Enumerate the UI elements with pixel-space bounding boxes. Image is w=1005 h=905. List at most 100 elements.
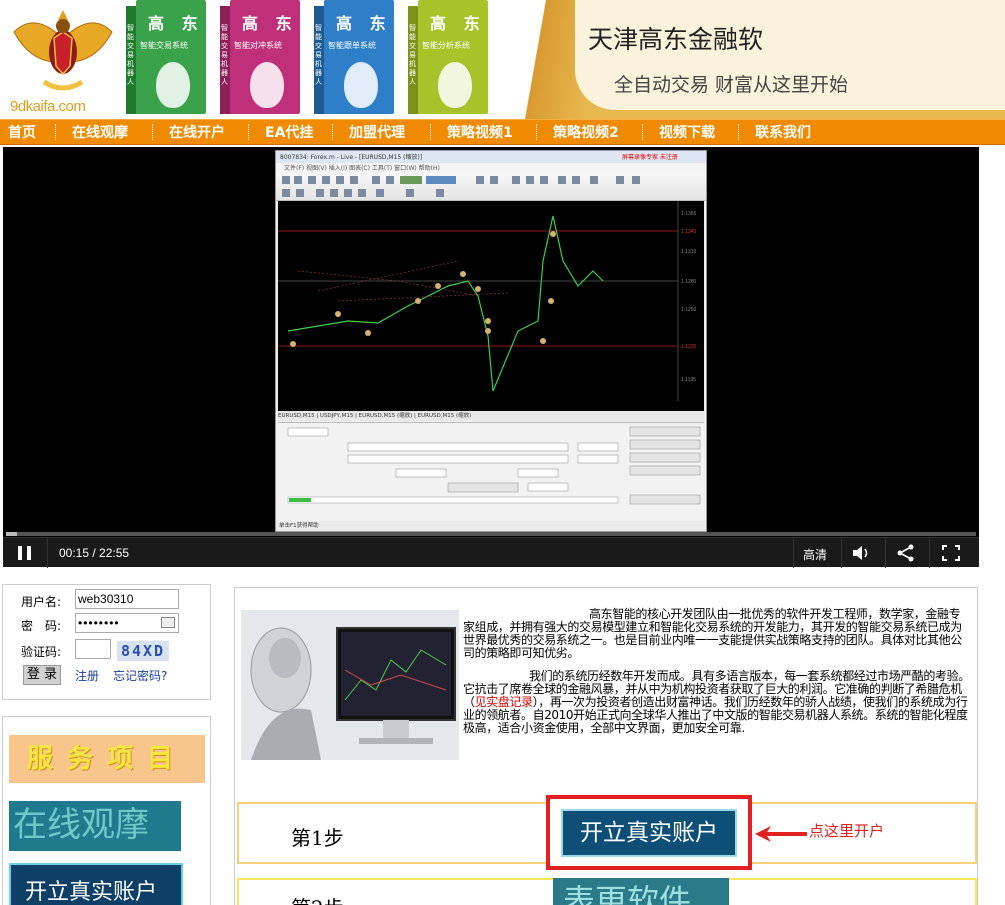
nav-item-home[interactable]: 首页: [8, 122, 36, 142]
captcha-input[interactable]: [75, 639, 111, 659]
nav-item-franchise[interactable]: 加盟代理: [349, 122, 405, 142]
intro-paragraph-2-text-b: ），再一次为投资者创造出财富神话。我们历经数年的骄人战绩，使我们的系统成为行业的…: [463, 695, 968, 735]
robot-monitor-image: [241, 610, 459, 760]
volume-icon[interactable]: [851, 544, 871, 562]
box-product-name: 智能分析系统: [422, 41, 470, 50]
frame-statusbar: 单击F1获得帮助: [276, 521, 706, 531]
box-product-name: 智能对冲系统: [234, 41, 282, 50]
intro-text: 高东智能的核心开发团队由一批优秀的软件开发工程师，数学家，金融专家组成，并拥有强…: [463, 608, 971, 745]
password-value: ••••••••: [78, 616, 120, 630]
video-player[interactable]: 8007834: Forex.m - Live - [EURUSD,M15 (缩…: [3, 147, 979, 568]
nav-item-video-download[interactable]: 视频下载: [659, 122, 715, 142]
frame-ea-panel: [278, 422, 704, 522]
nav-item-open-account[interactable]: 在线开户: [169, 122, 225, 142]
nav-separator: [738, 124, 739, 140]
box-brand: 高 东: [242, 14, 298, 33]
nav-item-strategy-video-2[interactable]: 策略视频2: [553, 122, 619, 142]
svg-text:1.1310: 1.1310: [681, 249, 697, 255]
controls-separator: [47, 538, 48, 568]
step-2-label: 第2步: [291, 892, 344, 905]
open-account-highlight: 开立真实账户: [546, 795, 752, 870]
arrow-left-icon: [755, 826, 807, 842]
click-here-note: 点这里开户: [809, 822, 885, 840]
frame-chart-tabs: EURUSD,M15 | USDJPY,M15 | EURUSD,M15 (缩放…: [278, 411, 704, 421]
main-nav: 首页 在线观摩 在线开户 EA代挂 加盟代理 策略视频1 策略视频2 视频下载 …: [0, 119, 1005, 145]
nav-separator: [430, 124, 431, 140]
svg-text:1.1340: 1.1340: [681, 229, 697, 235]
username-input[interactable]: web30310: [75, 589, 179, 609]
nav-separator: [536, 124, 537, 140]
svg-text:1.1220: 1.1220: [681, 344, 697, 350]
intro-paragraph-2: 我们的系统历经数年开发而成。具有多语言版本，每一套系统都经过市场严酷的考验。它抗…: [463, 670, 971, 735]
intro-paragraph-1: 高东智能的核心开发团队由一批优秀的软件开发工程师，数学家，金融专家组成，并拥有强…: [463, 608, 971, 660]
box-product-name: 智能交易系统: [140, 41, 188, 50]
product-box-hedging[interactable]: 智能交易机器人 高 东 智能对冲系统: [220, 0, 310, 118]
video-frame: 8007834: Forex.m - Live - [EURUSD,M15 (缩…: [275, 150, 707, 532]
box-side-text: 智能交易机器人: [315, 24, 322, 86]
product-box-copytrade[interactable]: 智能交易机器人 高 东 智能跟单系统: [314, 0, 404, 118]
fullscreen-icon[interactable]: [941, 544, 961, 562]
frame-recorder-text: 屏幕录像专家 未注册: [622, 154, 678, 161]
nav-item-contact[interactable]: 联系我们: [755, 122, 811, 142]
video-time: 00:15 / 22:55: [59, 546, 130, 560]
password-input[interactable]: ••••••••: [75, 613, 179, 633]
open-account-side-button[interactable]: 开立真实账户: [9, 863, 183, 905]
nav-item-ea[interactable]: EA代挂: [265, 122, 313, 142]
register-link[interactable]: 注册: [75, 667, 99, 684]
flame-icon: [344, 62, 378, 108]
frame-titlebar: 8007834: Forex.m - Live - [EURUSD,M15 (缩…: [276, 151, 706, 163]
flame-icon: [156, 62, 190, 108]
banner-subtitle: 全自动交易 财富从这里开始: [614, 74, 849, 96]
banner-title: 天津高东金融软: [588, 25, 764, 54]
box-side-text: 智能交易机器人: [127, 24, 134, 86]
product-box-analysis[interactable]: 智能交易机器人 高 东 智能分析系统: [408, 0, 498, 118]
svg-text:1.1195: 1.1195: [681, 377, 696, 383]
svg-text:1.1250: 1.1250: [681, 307, 697, 313]
product-box-trading[interactable]: 智能交易机器人 高 东 智能交易系统: [126, 0, 216, 118]
forgot-password-link[interactable]: 忘记密码?: [113, 667, 167, 684]
captcha-label: 验证码:: [21, 645, 62, 659]
keyboard-icon[interactable]: [161, 617, 175, 628]
box-brand: 高 东: [430, 14, 486, 33]
svg-text:1.1365: 1.1365: [681, 211, 697, 217]
box-brand: 高 东: [148, 14, 204, 33]
logo-domain-text: 9dkaifa.com: [10, 98, 86, 115]
controls-separator: [929, 538, 930, 568]
services-title: 服务项目: [9, 735, 205, 783]
password-label: 密 码:: [21, 619, 62, 633]
flame-icon: [438, 62, 472, 108]
nav-item-watch[interactable]: 在线观摩: [72, 122, 128, 142]
video-progress-fill: [6, 532, 17, 536]
download-software-button[interactable]: 表更软件: [553, 878, 729, 905]
watch-online-button[interactable]: 在线观摩: [9, 801, 181, 851]
nav-separator: [642, 124, 643, 140]
quality-button[interactable]: 高清: [803, 546, 827, 563]
controls-separator: [885, 538, 886, 568]
nav-separator: [152, 124, 153, 140]
frame-price-chart: 1.1365 1.1340 1.1310 1.1280 1.1250 1.1220 1.…: [278, 201, 704, 411]
intro-paragraph-1-text: 高东智能的核心开发团队由一批优秀的软件开发工程师，数学家，金融专家组成，并拥有强…: [463, 607, 962, 660]
login-box: 用户名: web30310 密 码: •••••••• 验证码: 84XD 登 …: [2, 584, 211, 700]
trade-record-link[interactable]: 见实盘记录: [475, 695, 533, 709]
pause-icon[interactable]: [15, 544, 35, 562]
captcha-image[interactable]: 84XD: [117, 641, 169, 661]
site-header: 9dkaifa.com 智能交易机器人 高 东 智能交易系统 智能交易机器人 高…: [0, 0, 1005, 120]
box-brand: 高 东: [336, 14, 392, 33]
main-content: 高东智能的核心开发团队由一批优秀的软件开发工程师，数学家，金融专家组成，并拥有强…: [234, 587, 978, 905]
nav-item-strategy-video-1[interactable]: 策略视频1: [447, 122, 513, 142]
box-product-name: 智能跟单系统: [328, 41, 376, 50]
video-controls: 00:15 / 22:55 高清: [3, 537, 979, 568]
nav-separator: [332, 124, 333, 140]
box-side-text: 智能交易机器人: [221, 24, 228, 86]
box-side-text: 智能交易机器人: [409, 24, 416, 86]
login-button[interactable]: 登 录: [23, 665, 61, 685]
banner-divider: [505, 0, 585, 120]
step-1-label: 第1步: [291, 826, 344, 850]
svg-text:1.1280: 1.1280: [681, 279, 697, 285]
video-progress-bar[interactable]: [6, 532, 976, 536]
share-icon[interactable]: [896, 544, 916, 562]
flame-icon: [250, 62, 284, 108]
frame-toolbar: [276, 173, 706, 201]
frame-title: 8007834: Forex.m - Live - [EURUSD,M15 (缩…: [280, 154, 423, 161]
open-real-account-button[interactable]: 开立真实账户: [561, 809, 737, 857]
